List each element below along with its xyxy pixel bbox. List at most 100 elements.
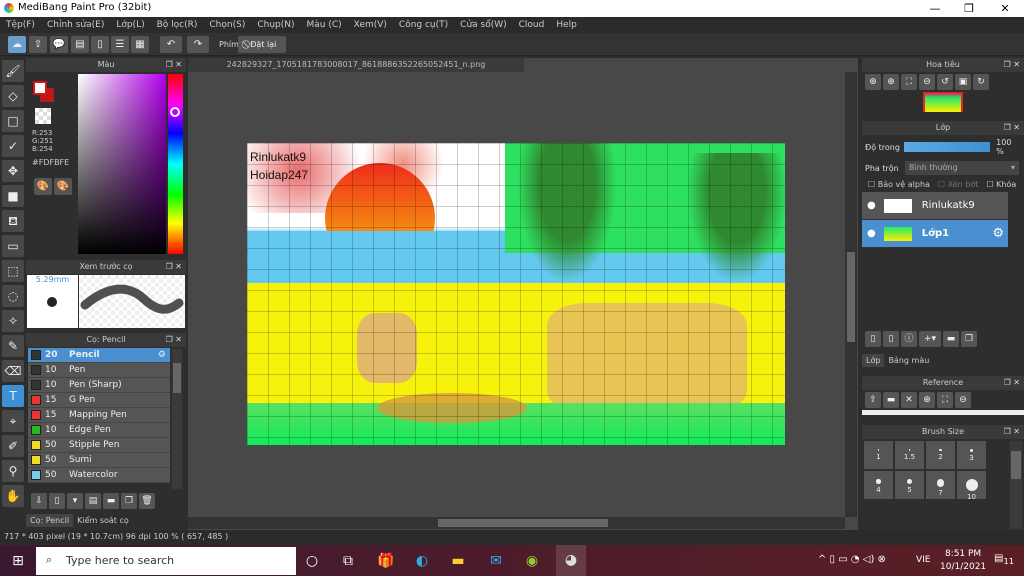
brush-item[interactable]: 50 Stipple Pen: [28, 438, 170, 453]
hue-slider[interactable]: [168, 74, 183, 254]
select-pen-icon[interactable]: ✎: [2, 335, 24, 357]
blend-mode-select[interactable]: Bình thường ▾: [905, 161, 1019, 175]
bucket-tool-icon[interactable]: ⛾: [2, 210, 24, 232]
close-icon[interactable]: ❐ ✕: [166, 58, 182, 72]
menu-select[interactable]: Chọn(S): [203, 17, 251, 33]
brush-item[interactable]: 50 Watercolor: [28, 468, 170, 483]
artwork-canvas[interactable]: Rinlukatk9 Hoidap247: [247, 143, 785, 445]
brush-size-cell[interactable]: 3: [957, 441, 986, 469]
canvas-area[interactable]: 242829327_1705181783008017_8618886352265…: [188, 58, 858, 530]
menu-layer[interactable]: Lớp(L): [110, 17, 150, 33]
tab-brush-control[interactable]: Kiểm soát cọ: [73, 514, 133, 527]
hand-tool-icon[interactable]: ✋: [2, 485, 24, 507]
menu-file[interactable]: Tệp(F): [0, 17, 41, 33]
select-tool-icon[interactable]: ⬚: [2, 260, 24, 282]
folder-icon[interactable]: ▬: [103, 493, 119, 509]
mail-icon[interactable]: ✉: [486, 551, 506, 571]
dot-tool-icon[interactable]: ✓: [2, 135, 24, 157]
cloud-download-icon[interactable]: ⇩: [31, 493, 47, 509]
gradient-tool-icon[interactable]: ▭: [2, 235, 24, 257]
brush-size-cell[interactable]: 4: [864, 471, 893, 499]
brush-tool-icon[interactable]: 🖌: [2, 60, 24, 82]
fit-icon[interactable]: ⛶: [901, 74, 917, 90]
hue-handle[interactable]: [170, 107, 180, 117]
add-layer-icon[interactable]: +▾: [919, 331, 941, 347]
transparent-swatch[interactable]: [35, 108, 51, 124]
reset-rotation-icon[interactable]: ▣: [955, 74, 971, 90]
visibility-icon[interactable]: ●: [867, 200, 876, 211]
new-brush-icon[interactable]: ▯: [49, 493, 65, 509]
menu-cloud[interactable]: Cloud: [513, 17, 551, 33]
undo-button[interactable]: ↶: [160, 36, 182, 53]
brush-item[interactable]: 10 Pen: [28, 363, 170, 378]
maximize-button[interactable]: ❐: [952, 0, 986, 17]
divide-tool-icon[interactable]: ✐: [2, 435, 24, 457]
app-icon[interactable]: ◉: [522, 551, 542, 571]
lasso-tool-icon[interactable]: ◌: [2, 285, 24, 307]
duplicate-icon[interactable]: ❐: [121, 493, 137, 509]
edge-icon[interactable]: ◐: [412, 551, 432, 571]
close-button[interactable]: ✕: [988, 0, 1022, 17]
brush-settings-icon[interactable]: ▤: [85, 493, 101, 509]
brush-item[interactable]: 15 Mapping Pen: [28, 408, 170, 423]
operation-tool-icon[interactable]: ⌖: [2, 410, 24, 432]
task-view-icon[interactable]: ⧉: [338, 551, 358, 571]
close-ref-icon[interactable]: ✕: [901, 392, 917, 408]
open-folder-icon[interactable]: ▬: [883, 392, 899, 408]
brush-item[interactable]: 20 Pencil ⚙: [28, 348, 170, 363]
brush-size-cell[interactable]: 7: [926, 471, 955, 499]
zoom-in-icon[interactable]: ⊕: [919, 392, 935, 408]
menu-help[interactable]: Help: [550, 17, 583, 33]
brush-size-scrollbar[interactable]: [1010, 441, 1022, 529]
vertical-scrollbar[interactable]: [845, 72, 857, 517]
brush-item[interactable]: 10 Edge Pen: [28, 423, 170, 438]
notifications-icon[interactable]: ▤11: [994, 553, 1014, 566]
page-icon[interactable]: ▯: [91, 36, 109, 53]
grid-settings-icon[interactable]: ▦: [131, 36, 149, 53]
rotate-right-icon[interactable]: ↻: [973, 74, 989, 90]
saturation-value-picker[interactable]: [78, 74, 166, 254]
windows-start-icon[interactable]: ⊞: [8, 551, 28, 571]
taskbar-search[interactable]: ⌕ Type here to search: [36, 547, 296, 575]
brush-item[interactable]: 10 Pen (Sharp): [28, 378, 170, 393]
redo-button[interactable]: ↷: [187, 36, 209, 53]
brush-item[interactable]: 15 G Pen: [28, 393, 170, 408]
duplicate-icon[interactable]: ❐: [961, 331, 977, 347]
brush-list-scrollbar[interactable]: [172, 349, 182, 489]
visibility-icon[interactable]: ●: [867, 228, 876, 239]
brush-size-cell[interactable]: 5: [895, 471, 924, 499]
add-brush-icon[interactable]: ▾: [67, 493, 83, 509]
list-icon[interactable]: ☰: [111, 36, 129, 53]
eraser-tool-icon[interactable]: ◇: [2, 85, 24, 107]
clock[interactable]: 8:51 PM 10/1/2021: [940, 548, 986, 574]
horizontal-scrollbar[interactable]: [188, 517, 845, 529]
eyedropper-tool-icon[interactable]: ⚲: [2, 460, 24, 482]
protect-alpha-checkbox[interactable]: ☐ Bảo vệ alpha: [868, 180, 930, 189]
brush-item[interactable]: 50 Sumi: [28, 453, 170, 468]
rotate-left-icon[interactable]: ↺: [937, 74, 953, 90]
menu-tools[interactable]: Công cụ(T): [393, 17, 454, 33]
main-color-swatch[interactable]: [33, 81, 47, 95]
medibang-taskbar-icon[interactable]: ◕: [556, 545, 586, 576]
note-icon[interactable]: ▤: [71, 36, 89, 53]
lock-checkbox[interactable]: ☐ Khóa: [986, 180, 1016, 189]
fit-icon[interactable]: ⛶: [937, 392, 953, 408]
magic-wand-icon[interactable]: ✧: [2, 310, 24, 332]
select-eraser-icon[interactable]: ⌫: [2, 360, 24, 382]
tab-brush[interactable]: Cọ: Pencil: [26, 514, 74, 527]
cloud-icon[interactable]: ⇧: [865, 392, 881, 408]
system-tray-icons[interactable]: ^ ▯ ▭ ◔ ◁) ⊗: [818, 554, 886, 565]
delete-icon[interactable]: 🗑: [139, 493, 155, 509]
brush-size-cell[interactable]: 10: [957, 471, 986, 501]
brush-size-cell[interactable]: 1.5: [895, 441, 924, 469]
text-tool-icon[interactable]: T: [2, 385, 24, 407]
menu-snap[interactable]: Chụp(N): [251, 17, 300, 33]
opacity-slider[interactable]: [904, 142, 991, 152]
zoom-in-icon[interactable]: ⊕: [883, 74, 899, 90]
palette-icon[interactable]: 🎨: [34, 178, 52, 195]
comment-icon[interactable]: 💬: [50, 36, 68, 53]
file-explorer-icon[interactable]: ▬: [448, 551, 468, 571]
clipping-checkbox[interactable]: ☐ Xén bớt: [938, 180, 978, 189]
rect-tool-icon[interactable]: □: [2, 110, 24, 132]
new-layer-halftone-icon[interactable]: ▯: [883, 331, 899, 347]
